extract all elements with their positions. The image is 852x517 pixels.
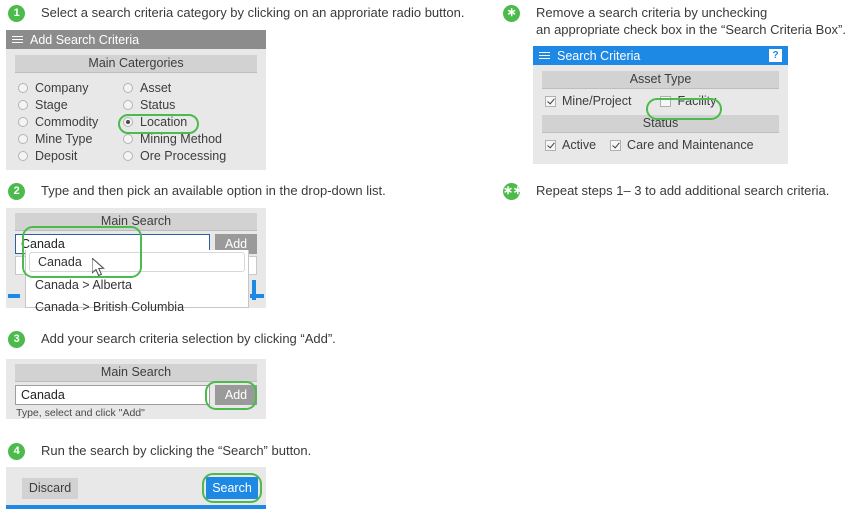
- step-1-badge: 1: [8, 5, 25, 22]
- checkbox-label: Facility: [677, 94, 717, 108]
- note-2-instruction: ∗∗ Repeat steps 1– 3 to add additional s…: [503, 182, 829, 200]
- note-1-badge: ∗: [503, 5, 520, 22]
- action-footer-panel: Discard Search: [6, 467, 266, 509]
- autocomplete-dropdown[interactable]: Canada Canada > Alberta Canada > British…: [25, 250, 249, 314]
- checkbox-unchecked-icon: [660, 95, 672, 107]
- search-button[interactable]: Search: [206, 477, 258, 499]
- step-2-badge: 2: [8, 183, 25, 200]
- step-4-text: Run the search by clicking the “Search” …: [41, 443, 312, 458]
- radio-deposit[interactable]: Deposit: [18, 148, 123, 164]
- search-criteria-header: Search Criteria ?: [533, 46, 788, 65]
- footer-underline: [6, 505, 266, 509]
- add-button-highlighted[interactable]: Add: [215, 385, 257, 405]
- status-title: Status: [542, 115, 779, 133]
- radio-mine-type[interactable]: Mine Type: [18, 131, 123, 147]
- step-2-instruction: 2 Type and then pick an available option…: [8, 182, 386, 200]
- radio-icon: [18, 134, 28, 144]
- asset-type-checkbox-row: Mine/Project Facility: [533, 89, 788, 113]
- checkbox-mine-project[interactable]: Mine/Project: [545, 93, 631, 109]
- radio-commodity[interactable]: Commodity: [18, 114, 123, 130]
- main-search-add-title: Main Search: [15, 364, 257, 382]
- note-1-text: Remove a search criteria by unchecking a…: [536, 5, 846, 37]
- dropdown-option-canada-british-columbia[interactable]: Canada > British Columbia: [26, 296, 248, 318]
- radio-location[interactable]: Location: [123, 114, 266, 130]
- radio-label: Ore Processing: [140, 149, 227, 163]
- radio-ore-processing[interactable]: Ore Processing: [123, 148, 266, 164]
- step-3-instruction: 3 Add your search criteria selection by …: [8, 330, 336, 348]
- radio-stage[interactable]: Stage: [18, 97, 123, 113]
- radio-label: Asset: [140, 81, 172, 95]
- radio-label: Deposit: [35, 149, 78, 163]
- add-search-criteria-panel: Add Search Criteria Main Catergories Com…: [6, 30, 266, 170]
- checkbox-checked-icon: [610, 139, 622, 151]
- note-2-badge: ∗∗: [503, 183, 523, 200]
- checkbox-checked-icon: [545, 95, 556, 107]
- radio-icon: [18, 83, 28, 93]
- radio-icon: [18, 100, 28, 110]
- radio-icon-selected: [123, 117, 133, 127]
- checkbox-active[interactable]: Active: [545, 137, 596, 153]
- dropdown-option-canada-alberta[interactable]: Canada > Alberta: [26, 274, 248, 296]
- radio-label: Mine Type: [35, 132, 93, 146]
- checkbox-checked-icon: [545, 139, 556, 151]
- search-criteria-title: Search Criteria: [557, 48, 641, 63]
- main-search-add-panel: Main Search Add Type, select and click "…: [6, 359, 266, 419]
- add-search-criteria-title: Add Search Criteria: [30, 32, 140, 47]
- step-2-text: Type and then pick an available option i…: [41, 183, 386, 198]
- dropdown-option-canada[interactable]: Canada: [29, 252, 245, 272]
- step-1-text: Select a search criteria category by cli…: [41, 5, 465, 20]
- discard-button[interactable]: Discard: [22, 478, 78, 499]
- main-search-title: Main Search: [15, 213, 257, 231]
- radio-company[interactable]: Company: [18, 80, 123, 96]
- step-4-badge: 4: [8, 443, 25, 460]
- checkbox-care-and-maintenance[interactable]: Care and Maintenance: [610, 137, 754, 153]
- main-search-hint: Type, select and click "Add": [16, 407, 145, 419]
- main-categories-radio-grid: Company Asset Stage Status Commodity Loc…: [6, 73, 266, 172]
- radio-label: Mining Method: [140, 132, 222, 146]
- search-criteria-panel: Search Criteria ? Asset Type Mine/Projec…: [533, 46, 788, 164]
- radio-label: Commodity: [35, 115, 99, 129]
- main-search-add-input[interactable]: [15, 385, 210, 405]
- radio-label: Status: [140, 98, 176, 112]
- main-search-add-row: Add: [6, 385, 266, 405]
- radio-icon: [123, 83, 133, 93]
- status-checkbox-row: Active Care and Maintenance: [533, 133, 788, 157]
- checkbox-label: Mine/Project: [562, 94, 632, 108]
- main-categories-title: Main Catergories: [15, 55, 257, 73]
- blue-accent-right-lower: [250, 294, 264, 298]
- radio-label: Company: [35, 81, 89, 95]
- radio-mining-method[interactable]: Mining Method: [123, 131, 266, 147]
- step-3-text: Add your search criteria selection by cl…: [41, 331, 336, 346]
- radio-label: Location: [140, 115, 188, 129]
- step-1-instruction: 1 Select a search criteria category by c…: [8, 4, 464, 22]
- checkbox-label: Active: [562, 138, 597, 152]
- menu-icon[interactable]: [12, 34, 23, 45]
- radio-icon: [18, 117, 28, 127]
- radio-icon: [123, 134, 133, 144]
- step-4-instruction: 4 Run the search by clicking the “Search…: [8, 442, 311, 460]
- mouse-cursor-icon: [92, 258, 105, 277]
- note-1-instruction: ∗ Remove a search criteria by unchecking…: [503, 4, 846, 38]
- note-2-text: Repeat steps 1– 3 to add additional sear…: [536, 183, 830, 198]
- radio-icon: [123, 100, 133, 110]
- radio-status[interactable]: Status: [123, 97, 266, 113]
- step-3-badge: 3: [8, 331, 25, 348]
- add-search-criteria-header: Add Search Criteria: [6, 30, 266, 49]
- checkbox-label: Care and Maintenance: [627, 138, 754, 152]
- blue-accent-left: [8, 294, 20, 298]
- asset-type-title: Asset Type: [542, 71, 779, 89]
- radio-asset[interactable]: Asset: [123, 80, 266, 96]
- menu-icon[interactable]: [539, 50, 550, 61]
- radio-label: Stage: [35, 98, 68, 112]
- help-icon[interactable]: ?: [769, 49, 782, 62]
- checkbox-facility[interactable]: Facility: [653, 93, 725, 109]
- radio-icon: [18, 151, 28, 161]
- radio-icon: [123, 151, 133, 161]
